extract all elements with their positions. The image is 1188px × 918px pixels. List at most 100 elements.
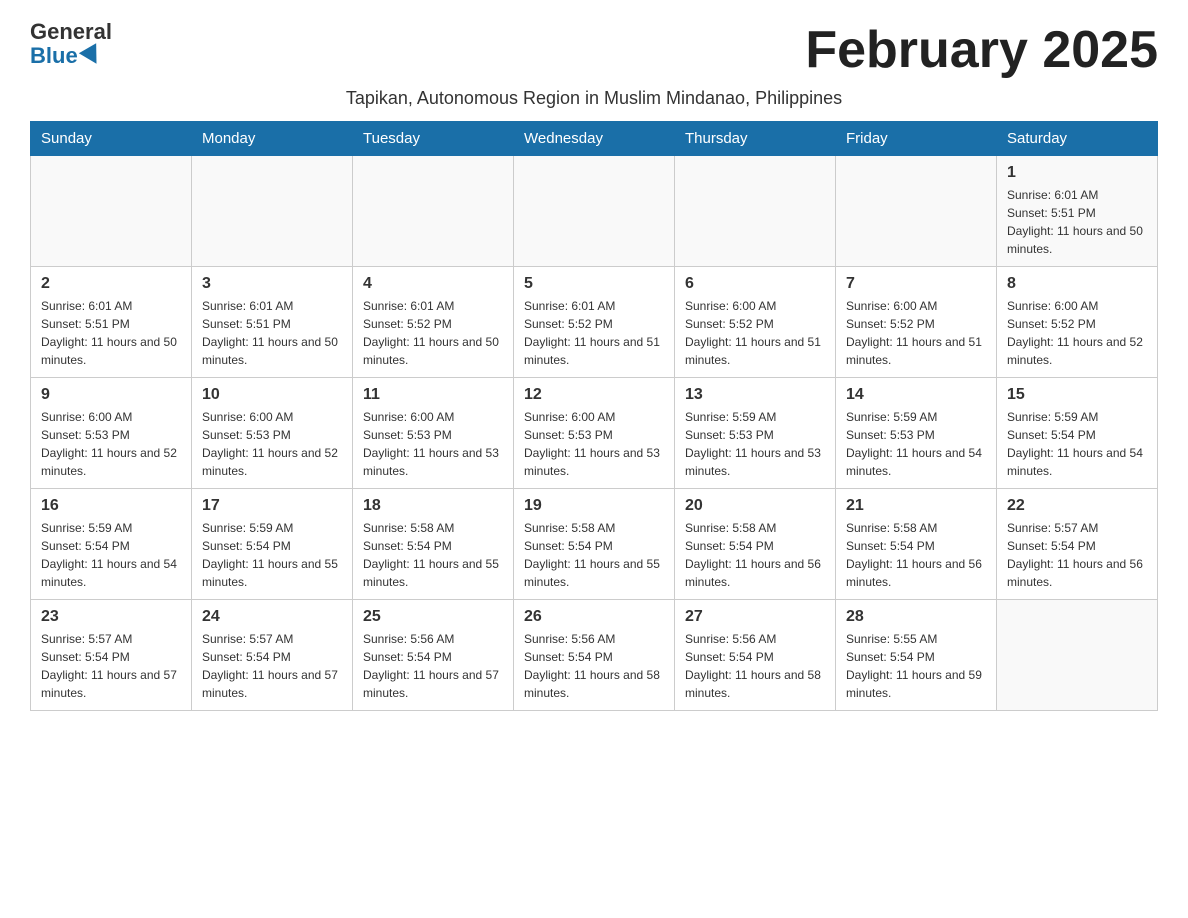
logo-blue-text: Blue <box>30 44 102 68</box>
calendar-cell: 2 Sunrise: 6:01 AMSunset: 5:51 PMDaylight… <box>31 267 192 378</box>
day-number: 7 <box>846 275 986 293</box>
logo-triangle-icon <box>79 43 105 69</box>
day-info: Sunrise: 5:58 AMSunset: 5:54 PMDaylight:… <box>524 519 664 591</box>
calendar-cell: 11 Sunrise: 6:00 AMSunset: 5:53 PMDayligh… <box>353 378 514 489</box>
calendar-week-row: 9 Sunrise: 6:00 AMSunset: 5:53 PMDaylight… <box>31 378 1158 489</box>
day-info: Sunrise: 6:01 AMSunset: 5:52 PMDaylight:… <box>363 297 503 369</box>
day-number: 21 <box>846 497 986 515</box>
day-number: 5 <box>524 275 664 293</box>
calendar-cell: 27 Sunrise: 5:56 AMSunset: 5:54 PMDayligh… <box>675 600 836 711</box>
calendar-cell: 21 Sunrise: 5:58 AMSunset: 5:54 PMDayligh… <box>836 489 997 600</box>
day-number: 24 <box>202 608 342 626</box>
day-info: Sunrise: 5:59 AMSunset: 5:54 PMDaylight:… <box>1007 408 1147 480</box>
day-info: Sunrise: 6:01 AMSunset: 5:51 PMDaylight:… <box>202 297 342 369</box>
day-number: 11 <box>363 386 503 404</box>
calendar-cell: 12 Sunrise: 6:00 AMSunset: 5:53 PMDayligh… <box>514 378 675 489</box>
calendar-cell <box>192 156 353 267</box>
day-info: Sunrise: 6:00 AMSunset: 5:52 PMDaylight:… <box>846 297 986 369</box>
weekday-header-friday: Friday <box>836 122 997 156</box>
day-number: 19 <box>524 497 664 515</box>
calendar-cell: 22 Sunrise: 5:57 AMSunset: 5:54 PMDayligh… <box>997 489 1158 600</box>
day-number: 10 <box>202 386 342 404</box>
day-number: 23 <box>41 608 181 626</box>
day-number: 22 <box>1007 497 1147 515</box>
calendar-cell: 17 Sunrise: 5:59 AMSunset: 5:54 PMDayligh… <box>192 489 353 600</box>
weekday-header-saturday: Saturday <box>997 122 1158 156</box>
day-number: 12 <box>524 386 664 404</box>
calendar-week-row: 2 Sunrise: 6:01 AMSunset: 5:51 PMDaylight… <box>31 267 1158 378</box>
weekday-header-monday: Monday <box>192 122 353 156</box>
calendar-cell: 3 Sunrise: 6:01 AMSunset: 5:51 PMDaylight… <box>192 267 353 378</box>
calendar-cell <box>353 156 514 267</box>
weekday-header-wednesday: Wednesday <box>514 122 675 156</box>
day-number: 25 <box>363 608 503 626</box>
weekday-header-thursday: Thursday <box>675 122 836 156</box>
day-info: Sunrise: 6:01 AMSunset: 5:51 PMDaylight:… <box>41 297 181 369</box>
day-info: Sunrise: 5:56 AMSunset: 5:54 PMDaylight:… <box>524 630 664 702</box>
logo-general-text: General <box>30 20 112 44</box>
calendar-cell: 8 Sunrise: 6:00 AMSunset: 5:52 PMDaylight… <box>997 267 1158 378</box>
calendar-cell: 24 Sunrise: 5:57 AMSunset: 5:54 PMDayligh… <box>192 600 353 711</box>
month-title: February 2025 <box>805 20 1158 80</box>
calendar-cell: 20 Sunrise: 5:58 AMSunset: 5:54 PMDayligh… <box>675 489 836 600</box>
day-info: Sunrise: 5:59 AMSunset: 5:54 PMDaylight:… <box>202 519 342 591</box>
calendar-cell: 23 Sunrise: 5:57 AMSunset: 5:54 PMDayligh… <box>31 600 192 711</box>
day-info: Sunrise: 6:01 AMSunset: 5:51 PMDaylight:… <box>1007 186 1147 258</box>
day-number: 26 <box>524 608 664 626</box>
day-info: Sunrise: 5:57 AMSunset: 5:54 PMDaylight:… <box>202 630 342 702</box>
day-info: Sunrise: 5:56 AMSunset: 5:54 PMDaylight:… <box>363 630 503 702</box>
day-number: 28 <box>846 608 986 626</box>
day-info: Sunrise: 5:55 AMSunset: 5:54 PMDaylight:… <box>846 630 986 702</box>
day-info: Sunrise: 5:59 AMSunset: 5:54 PMDaylight:… <box>41 519 181 591</box>
day-number: 2 <box>41 275 181 293</box>
calendar-cell: 14 Sunrise: 5:59 AMSunset: 5:53 PMDayligh… <box>836 378 997 489</box>
day-info: Sunrise: 6:01 AMSunset: 5:52 PMDaylight:… <box>524 297 664 369</box>
day-info: Sunrise: 5:58 AMSunset: 5:54 PMDaylight:… <box>846 519 986 591</box>
page-header: General Blue February 2025 <box>30 20 1158 80</box>
day-info: Sunrise: 5:58 AMSunset: 5:54 PMDaylight:… <box>363 519 503 591</box>
day-number: 6 <box>685 275 825 293</box>
day-info: Sunrise: 5:56 AMSunset: 5:54 PMDaylight:… <box>685 630 825 702</box>
calendar-table: SundayMondayTuesdayWednesdayThursdayFrid… <box>30 121 1158 711</box>
day-number: 27 <box>685 608 825 626</box>
day-info: Sunrise: 6:00 AMSunset: 5:53 PMDaylight:… <box>363 408 503 480</box>
day-number: 8 <box>1007 275 1147 293</box>
day-info: Sunrise: 5:58 AMSunset: 5:54 PMDaylight:… <box>685 519 825 591</box>
calendar-cell: 7 Sunrise: 6:00 AMSunset: 5:52 PMDaylight… <box>836 267 997 378</box>
day-info: Sunrise: 6:00 AMSunset: 5:53 PMDaylight:… <box>524 408 664 480</box>
day-number: 4 <box>363 275 503 293</box>
calendar-week-row: 23 Sunrise: 5:57 AMSunset: 5:54 PMDayligh… <box>31 600 1158 711</box>
day-number: 9 <box>41 386 181 404</box>
day-number: 1 <box>1007 164 1147 182</box>
weekday-header-row: SundayMondayTuesdayWednesdayThursdayFrid… <box>31 122 1158 156</box>
day-number: 13 <box>685 386 825 404</box>
day-info: Sunrise: 6:00 AMSunset: 5:53 PMDaylight:… <box>41 408 181 480</box>
calendar-cell: 19 Sunrise: 5:58 AMSunset: 5:54 PMDayligh… <box>514 489 675 600</box>
calendar-cell <box>836 156 997 267</box>
calendar-cell: 18Sunrise: 5:58 AMSunset: 5:54 PMDayligh… <box>353 489 514 600</box>
calendar-cell <box>514 156 675 267</box>
calendar-cell: 15 Sunrise: 5:59 AMSunset: 5:54 PMDayligh… <box>997 378 1158 489</box>
calendar-cell <box>997 600 1158 711</box>
day-info: Sunrise: 5:57 AMSunset: 5:54 PMDaylight:… <box>41 630 181 702</box>
day-number: 17 <box>202 497 342 515</box>
day-info: Sunrise: 6:00 AMSunset: 5:53 PMDaylight:… <box>202 408 342 480</box>
calendar-cell: 16 Sunrise: 5:59 AMSunset: 5:54 PMDayligh… <box>31 489 192 600</box>
weekday-header-tuesday: Tuesday <box>353 122 514 156</box>
day-info: Sunrise: 6:00 AMSunset: 5:52 PMDaylight:… <box>1007 297 1147 369</box>
day-info: Sunrise: 5:59 AMSunset: 5:53 PMDaylight:… <box>846 408 986 480</box>
day-number: 16 <box>41 497 181 515</box>
calendar-cell: 26 Sunrise: 5:56 AMSunset: 5:54 PMDayligh… <box>514 600 675 711</box>
calendar-cell: 10 Sunrise: 6:00 AMSunset: 5:53 PMDayligh… <box>192 378 353 489</box>
location-subtitle: Tapikan, Autonomous Region in Muslim Min… <box>30 88 1158 109</box>
calendar-cell: 5 Sunrise: 6:01 AMSunset: 5:52 PMDaylight… <box>514 267 675 378</box>
day-info: Sunrise: 5:57 AMSunset: 5:54 PMDaylight:… <box>1007 519 1147 591</box>
calendar-cell: 6Sunrise: 6:00 AMSunset: 5:52 PMDaylight… <box>675 267 836 378</box>
day-number: 14 <box>846 386 986 404</box>
calendar-cell: 25 Sunrise: 5:56 AMSunset: 5:54 PMDayligh… <box>353 600 514 711</box>
day-number: 20 <box>685 497 825 515</box>
calendar-cell: 1 Sunrise: 6:01 AMSunset: 5:51 PMDaylight… <box>997 156 1158 267</box>
day-number: 15 <box>1007 386 1147 404</box>
day-number: 3 <box>202 275 342 293</box>
day-info: Sunrise: 5:59 AMSunset: 5:53 PMDaylight:… <box>685 408 825 480</box>
